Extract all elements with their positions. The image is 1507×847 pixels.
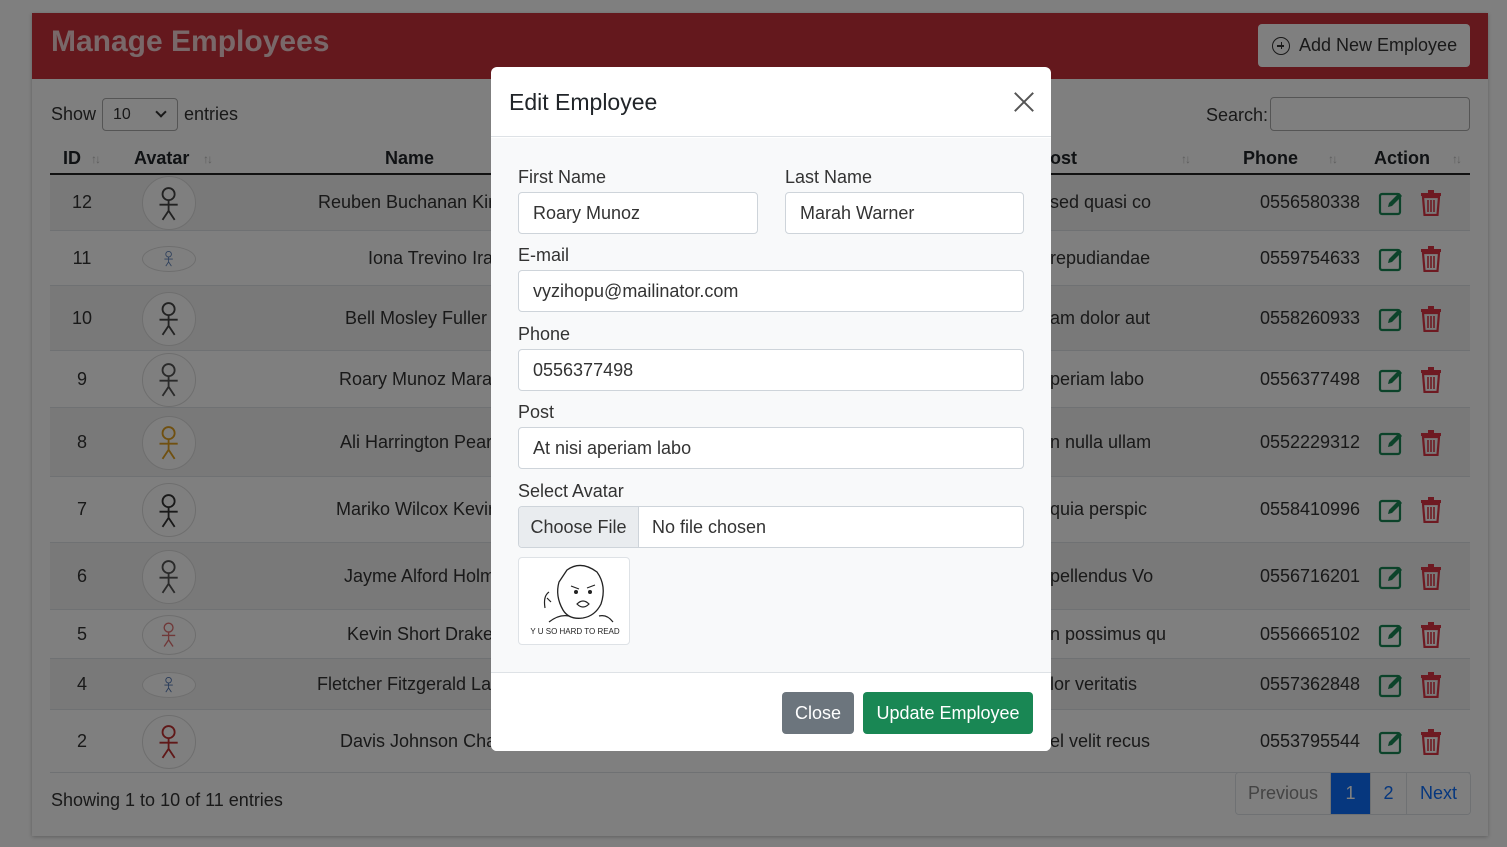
phone-label: Phone xyxy=(518,324,571,344)
choose-file-button[interactable]: Choose File xyxy=(519,507,639,547)
close-icon[interactable] xyxy=(1013,91,1035,113)
last-name-field[interactable]: Marah Warner xyxy=(785,192,1024,234)
preview-caption: Y U SO HARD TO READ xyxy=(530,627,620,636)
edit-employee-modal: Edit Employee First Name Roary Munoz Las… xyxy=(491,67,1051,751)
modal-body: First Name Roary Munoz Last Name Marah W… xyxy=(491,138,1051,672)
email-label: E-mail xyxy=(518,245,570,265)
update-employee-button[interactable]: Update Employee xyxy=(863,692,1033,734)
select-avatar-label: Select Avatar xyxy=(518,481,624,501)
modal-header: Edit Employee xyxy=(491,67,1051,137)
file-status: No file chosen xyxy=(652,516,767,537)
email-field[interactable]: vyzihopu@mailinator.com xyxy=(518,270,1024,312)
post-label: Post xyxy=(518,402,555,422)
close-button[interactable]: Close xyxy=(782,692,854,734)
avatar-preview: Y U SO HARD TO READ xyxy=(518,557,630,645)
avatar-preview-image: Y U SO HARD TO READ xyxy=(530,564,620,636)
post-field[interactable]: At nisi aperiam labo xyxy=(518,427,1024,469)
modal-footer: Close Update Employee xyxy=(491,672,1051,751)
first-name-field[interactable]: Roary Munoz xyxy=(518,192,758,234)
first-name-label: First Name xyxy=(518,167,607,187)
avatar-file-input[interactable]: Choose File No file chosen xyxy=(518,506,1024,548)
phone-field[interactable]: 0556377498 xyxy=(518,349,1024,391)
modal-title: Edit Employee xyxy=(509,89,658,115)
last-name-label: Last Name xyxy=(785,167,873,187)
